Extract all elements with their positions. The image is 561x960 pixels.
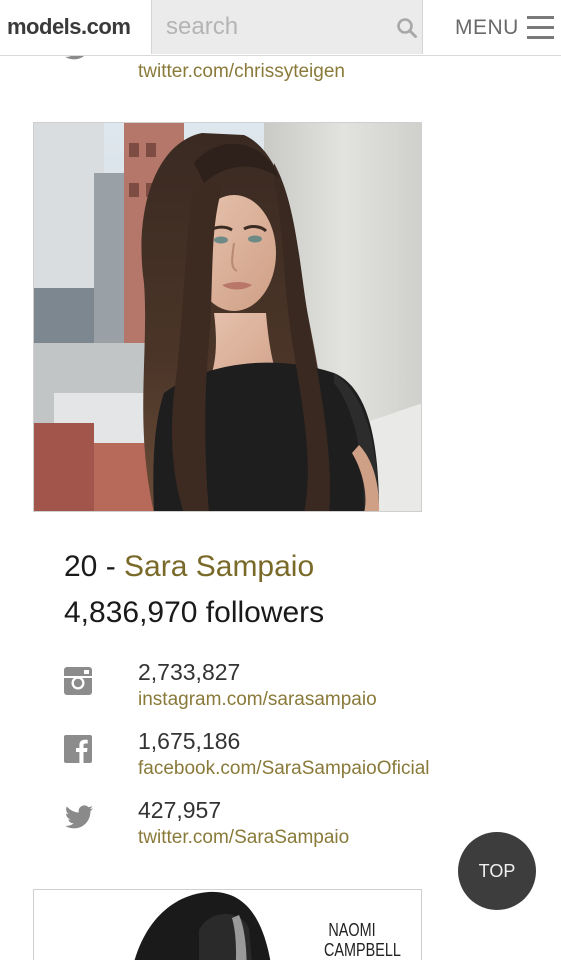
hamburger-menu-icon[interactable] bbox=[527, 16, 554, 39]
instagram-link[interactable]: instagram.com/sarasampaio bbox=[138, 689, 377, 711]
next-model-photo[interactable]: NAOMI CAMPBELL bbox=[33, 889, 422, 960]
model-photo[interactable] bbox=[33, 122, 422, 512]
model-name-link[interactable]: Sara Sampaio bbox=[124, 550, 314, 583]
next-model-caption: NAOMI CAMPBELL bbox=[324, 920, 401, 960]
previous-twitter-link[interactable]: twitter.com/chrissyteigen bbox=[138, 61, 345, 83]
next-caption-line1: NAOMI bbox=[328, 920, 376, 940]
rank-separator: - bbox=[97, 550, 125, 583]
facebook-count: 1,675,186 bbox=[138, 728, 241, 754]
instagram-icon[interactable] bbox=[64, 667, 92, 695]
search-box[interactable] bbox=[151, 0, 423, 54]
twitter-count: 427,957 bbox=[138, 797, 222, 823]
facebook-icon[interactable] bbox=[64, 735, 92, 763]
search-input[interactable] bbox=[166, 12, 376, 42]
rank-number: 20 bbox=[64, 550, 98, 583]
search-icon[interactable] bbox=[396, 17, 418, 39]
menu-label[interactable]: MENU bbox=[455, 16, 519, 40]
twitter-icon[interactable] bbox=[64, 805, 94, 831]
instagram-count: 2,733,827 bbox=[138, 659, 241, 685]
back-to-top-button[interactable]: TOP bbox=[458, 832, 536, 910]
total-followers: 4,836,970 followers bbox=[64, 596, 325, 629]
logo-suffix: .com bbox=[81, 14, 131, 39]
model-portrait-image bbox=[34, 123, 421, 511]
rank-title: 20 - Sara Sampaio bbox=[64, 550, 314, 584]
site-logo[interactable]: models.com bbox=[7, 14, 131, 40]
facebook-link[interactable]: facebook.com/SaraSampaioOficial bbox=[138, 758, 429, 780]
logo-main: models bbox=[7, 14, 82, 39]
next-caption-line2: CAMPBELL bbox=[324, 940, 401, 960]
site-header: models.com MENU bbox=[0, 0, 561, 56]
twitter-link[interactable]: twitter.com/SaraSampaio bbox=[138, 827, 349, 849]
